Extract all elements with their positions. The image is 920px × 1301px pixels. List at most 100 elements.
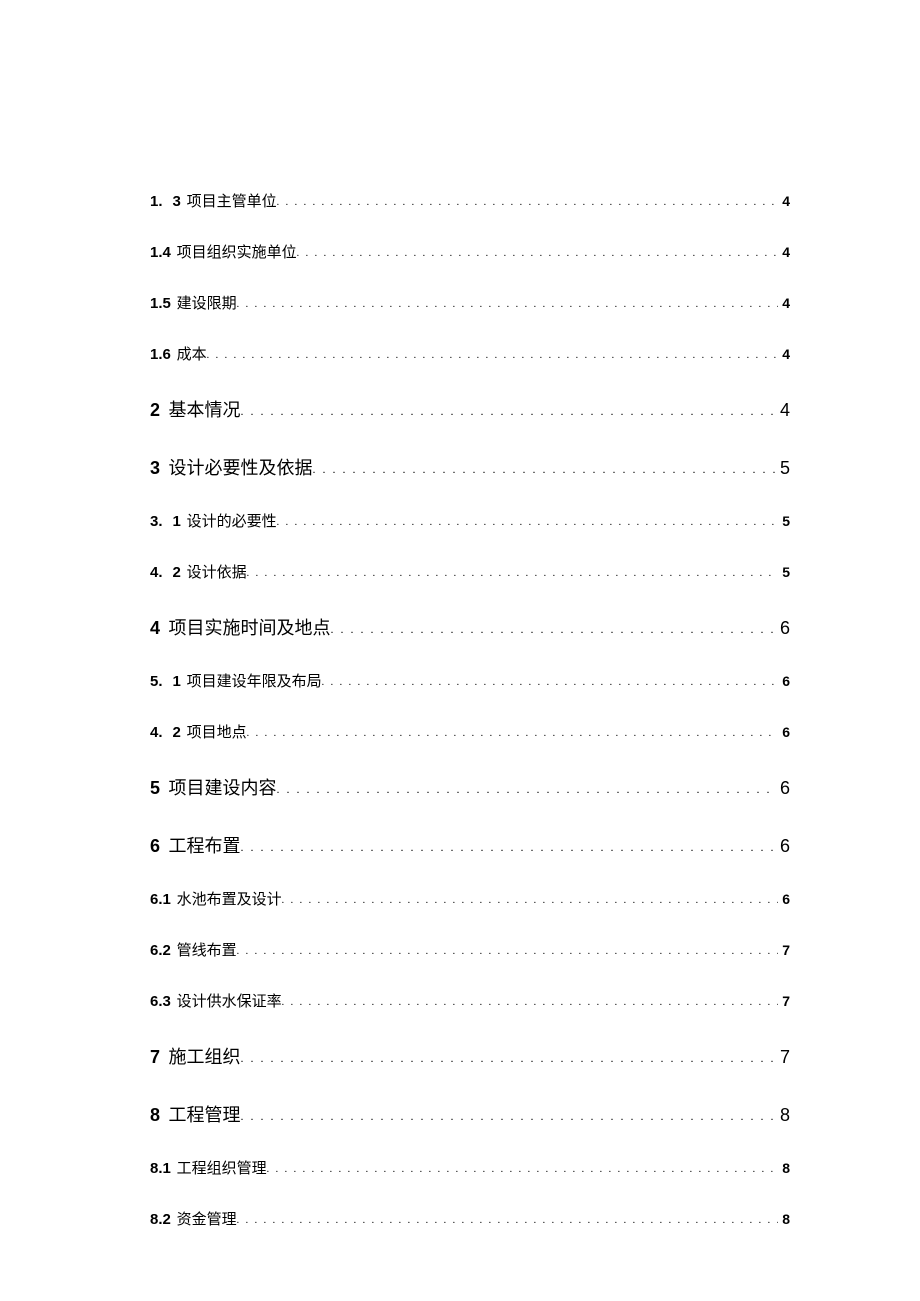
toc-entry: 5.1 项目建设年限及布局 6 [150,670,790,691]
toc-number: 7 [150,1047,160,1067]
toc-label: 7 施工组织 [150,1043,241,1069]
toc-page-number: 6 [776,836,790,857]
toc-leader-dots [282,994,779,1009]
toc-label: 4.2 设计依据 [150,561,247,582]
toc-entry: 1.4 项目组织实施单位 4 [150,241,790,262]
toc-number: 6.3 [150,993,171,1010]
toc-number: 8.1 [150,1160,171,1177]
toc-number-part: 1 [173,513,181,530]
toc-entry: 3.1 设计的必要性 5 [150,510,790,531]
toc-entry: 6.3 设计供水保证率 7 [150,990,790,1011]
toc-number: 6.2 [150,942,171,959]
toc-leader-dots [313,462,776,477]
toc-entry: 1.3 项目主管单位 4 [150,190,790,211]
toc-leader-dots [331,622,776,637]
toc-page-number: 5 [778,564,790,580]
toc-leader-dots [277,194,779,209]
toc-label: 8.2 资金管理 [150,1208,237,1229]
toc-entry: 1.5 建设限期 4 [150,292,790,313]
toc-title: 项目实施时间及地点 [169,618,331,638]
toc-entry: 6.2 管线布置 7 [150,939,790,960]
toc-number: 8.2 [150,1211,171,1228]
toc-label: 3 设计必要性及依据 [150,454,313,480]
toc-number: 1.3 [150,193,181,210]
toc-leader-dots [277,782,776,797]
toc-leader-dots [237,1212,779,1227]
toc-leader-dots [237,296,779,311]
toc-number: 2 [150,400,160,420]
toc-page-number: 6 [778,891,790,907]
toc-label: 1.3 项目主管单位 [150,190,277,211]
toc-title: 建设限期 [177,296,237,312]
toc-entry: 4.2 设计依据 5 [150,561,790,582]
toc-label: 4 项目实施时间及地点 [150,614,331,640]
toc-leader-dots [241,1109,776,1124]
toc-label: 1.5 建设限期 [150,292,237,313]
toc-entry: 6.1 水池布置及设计 6 [150,888,790,909]
toc-title: 基本情况 [169,400,241,420]
toc-leader-dots [241,1051,776,1066]
toc-title: 设计供水保证率 [177,994,282,1010]
toc-label: 8.1 工程组织管理 [150,1157,267,1178]
toc-title: 工程管理 [169,1105,241,1125]
toc-number: 5.1 [150,673,181,690]
toc-label: 1.6 成本 [150,343,207,364]
toc-page-number: 5 [778,513,790,529]
toc-leader-dots [282,892,779,907]
toc-label: 5 项目建设内容 [150,774,277,800]
toc-leader-dots [207,347,779,362]
toc-title: 管线布置 [177,943,237,959]
toc-entry: 3 设计必要性及依据 5 [150,454,790,480]
toc-number: 1.4 [150,244,171,261]
toc-title: 工程组织管理 [177,1161,267,1177]
toc-title: 设计必要性及依据 [169,458,313,478]
toc-leader-dots [322,674,779,689]
toc-page-number: 6 [776,618,790,639]
toc-leader-dots [247,565,779,580]
toc-number: 1.6 [150,346,171,363]
toc-number: 4.2 [150,724,181,741]
toc-entry: 6 工程布置 6 [150,832,790,858]
toc-page-number: 6 [778,673,790,689]
toc-number-part: 3. [150,513,163,530]
toc-entry: 8.2 资金管理 8 [150,1208,790,1229]
toc-label: 2 基本情况 [150,396,241,422]
toc-page-number: 8 [778,1211,790,1227]
toc-entry: 7 施工组织 7 [150,1043,790,1069]
toc-entry: 4.2 项目地点 6 [150,721,790,742]
toc-label: 6.2 管线布置 [150,939,237,960]
toc-leader-dots [237,943,779,958]
toc-entry: 8.1 工程组织管理 8 [150,1157,790,1178]
toc-number: 6 [150,836,160,856]
toc-number-part: 3 [173,193,181,210]
toc-label: 1.4 项目组织实施单位 [150,241,297,262]
toc-page-number: 7 [778,993,790,1009]
toc-title: 设计的必要性 [187,514,277,530]
toc-leader-dots [241,404,776,419]
toc-number-part: 2 [173,724,181,741]
toc-page-number: 4 [778,193,790,209]
toc-label: 5.1 项目建设年限及布局 [150,670,322,691]
toc-number-part: 1 [173,673,181,690]
toc-number-part: 4. [150,724,163,741]
toc-number: 6.1 [150,891,171,908]
toc-page-number: 7 [776,1047,790,1068]
table-of-contents: 1.3 项目主管单位 4 1.4 项目组织实施单位 4 1.5 建设限期 4 1.6 … [150,190,790,1229]
toc-leader-dots [241,840,776,855]
document-page: 1.3 项目主管单位 4 1.4 项目组织实施单位 4 1.5 建设限期 4 1.6 … [0,0,920,1301]
toc-title: 水池布置及设计 [177,892,282,908]
toc-label: 6.1 水池布置及设计 [150,888,282,909]
toc-leader-dots [247,725,779,740]
toc-page-number: 4 [778,346,790,362]
toc-number-part: 2 [173,564,181,581]
toc-title: 资金管理 [177,1212,237,1228]
toc-title: 项目地点 [187,725,247,741]
toc-number-part: 4. [150,564,163,581]
toc-label: 6 工程布置 [150,832,241,858]
toc-label: 6.3 设计供水保证率 [150,990,282,1011]
toc-entry: 2 基本情况 4 [150,396,790,422]
toc-number: 3.1 [150,513,181,530]
toc-leader-dots [277,514,779,529]
toc-page-number: 6 [778,724,790,740]
toc-title: 项目组织实施单位 [177,245,297,261]
